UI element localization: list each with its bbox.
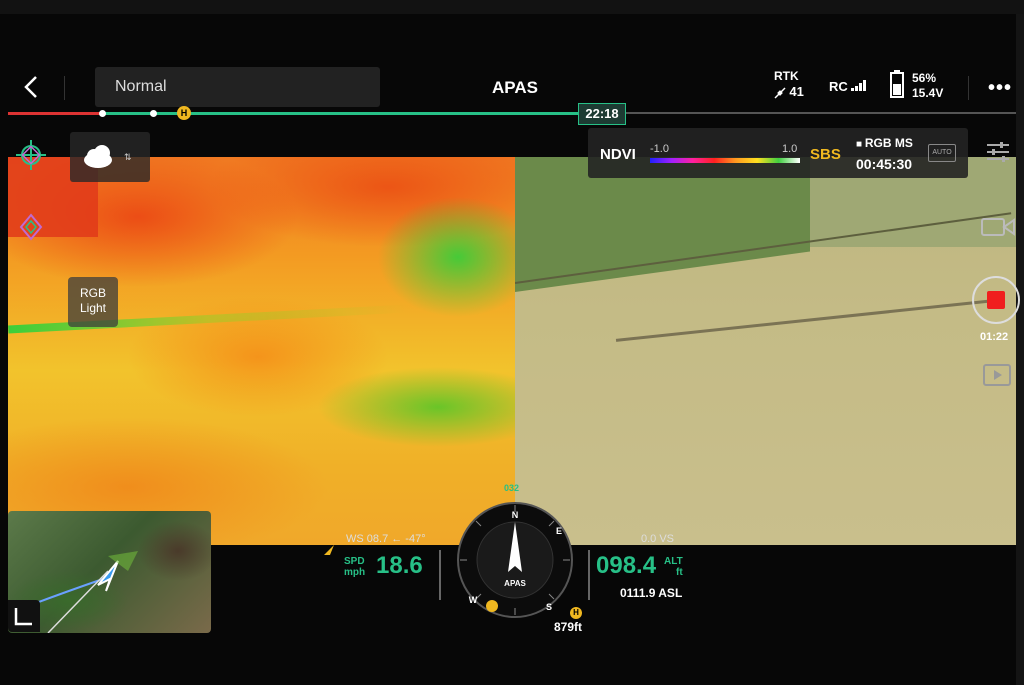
aim-icon [16, 140, 46, 170]
battery-status[interactable] [890, 70, 904, 103]
settings-sliders-icon [987, 142, 1009, 162]
speed-label-2: mph [344, 567, 366, 578]
map-expand-button[interactable] [8, 600, 40, 632]
photo-video-switch[interactable] [980, 215, 1016, 244]
record-mode-label: RGB MS [864, 136, 913, 150]
heading-marker: 032 [504, 483, 520, 493]
compass-e: E [556, 526, 562, 536]
map-expand-icon [14, 608, 32, 626]
record-mode[interactable]: ■ RGB MS [856, 136, 913, 150]
timeline-marker [99, 110, 106, 117]
satellite-icon [774, 87, 786, 99]
ndvi-color-scale [650, 158, 800, 163]
top-band [0, 0, 1024, 14]
wind-speed: WS 08.7 ← -47° [346, 533, 426, 545]
ndvi-label[interactable]: NDVI [600, 146, 636, 163]
compass-s: S [546, 602, 552, 612]
timeline-home-marker: H [177, 106, 191, 120]
altitude-label: ALT ft [664, 556, 683, 578]
remaining-record-time: 00:45:30 [856, 156, 913, 172]
back-icon [24, 76, 37, 98]
field-track [615, 299, 995, 342]
app-title: APAS [492, 78, 538, 97]
playback-button[interactable] [983, 363, 1011, 392]
timeline-marker [150, 110, 157, 117]
battery-percent: 56% [912, 71, 937, 85]
svg-text:⇅: ⇅ [124, 153, 132, 163]
camera-auto-mode[interactable]: AUTO [928, 144, 956, 162]
compass-w: W [469, 595, 478, 605]
display-mode-sbs[interactable]: SBS [810, 146, 841, 163]
battery-readout: 56% 15.4V [912, 71, 943, 101]
rgb-video-pane[interactable] [515, 157, 1016, 545]
altitude: 098.4 [596, 552, 657, 579]
battery-voltage: 15.4V [912, 86, 944, 100]
rc-label: RC [829, 79, 848, 94]
timeline-remaining [580, 112, 1016, 114]
home-distance: 879ft [554, 620, 583, 634]
timeline-current-time[interactable]: 22:18 [578, 103, 626, 125]
rtk-satellite-count: 41 [789, 84, 804, 99]
storage-icon: ■ [856, 139, 865, 150]
rtk-label: RTK [774, 69, 799, 83]
rgb-light-line2: Light [79, 301, 107, 315]
home-marker-icon: H [570, 607, 582, 619]
recording-elapsed-time: 01:22 [980, 331, 1009, 343]
horizontal-speed: 18.6 [376, 552, 423, 579]
speed-tape [439, 550, 441, 600]
record-icon [987, 291, 1005, 309]
divider [968, 76, 969, 100]
speed-label: SPD mph [344, 556, 365, 578]
back-button[interactable] [18, 72, 46, 102]
flight-mode-selector[interactable]: Normal [95, 67, 380, 107]
aim-button[interactable] [14, 138, 48, 177]
rgb-light-line1: RGB [79, 286, 106, 300]
ndvi-scale-max: 1.0 [782, 143, 798, 155]
more-icon[interactable]: ••• [988, 77, 1012, 100]
ndvi-video-pane[interactable] [8, 157, 515, 545]
weather-cloud-icon: ⇅ [84, 145, 132, 168]
compass-label: APAS [504, 579, 526, 588]
timeline-green-segment [102, 112, 580, 115]
rgb-light-toggle[interactable]: RGB Light [68, 277, 118, 327]
rtk-status[interactable]: RTK 41 [774, 68, 804, 100]
right-band [1016, 14, 1024, 685]
ndvi-scale-min: -1.0 [650, 143, 669, 155]
speed-label-1: SPD [344, 556, 365, 567]
playback-icon [983, 364, 1011, 386]
vertical-speed: 0.0 VS [641, 533, 675, 545]
video-camera-icon [981, 218, 1015, 236]
record-button[interactable] [972, 276, 1020, 324]
waypoint-button[interactable] [19, 213, 43, 246]
timeline-red-segment [8, 112, 102, 115]
compass[interactable]: N E S W APAS [455, 500, 575, 620]
home-point-icon [486, 600, 498, 612]
camera-settings-button[interactable] [985, 140, 1011, 167]
altitude-asl: 0111.9 ASL [620, 586, 683, 600]
weather-button[interactable]: ⇅ [70, 132, 150, 182]
compass-n: N [512, 510, 519, 520]
battery-icon [890, 70, 904, 98]
alt-label-1: ALT [664, 556, 683, 567]
divider [64, 76, 65, 100]
diamond-icon [19, 213, 43, 241]
wind-direction-icon [324, 545, 334, 555]
alt-label-2: ft [676, 567, 683, 578]
rc-signal[interactable]: RC [829, 79, 867, 94]
altitude-tape [588, 550, 590, 600]
signal-bars-icon [850, 79, 867, 94]
